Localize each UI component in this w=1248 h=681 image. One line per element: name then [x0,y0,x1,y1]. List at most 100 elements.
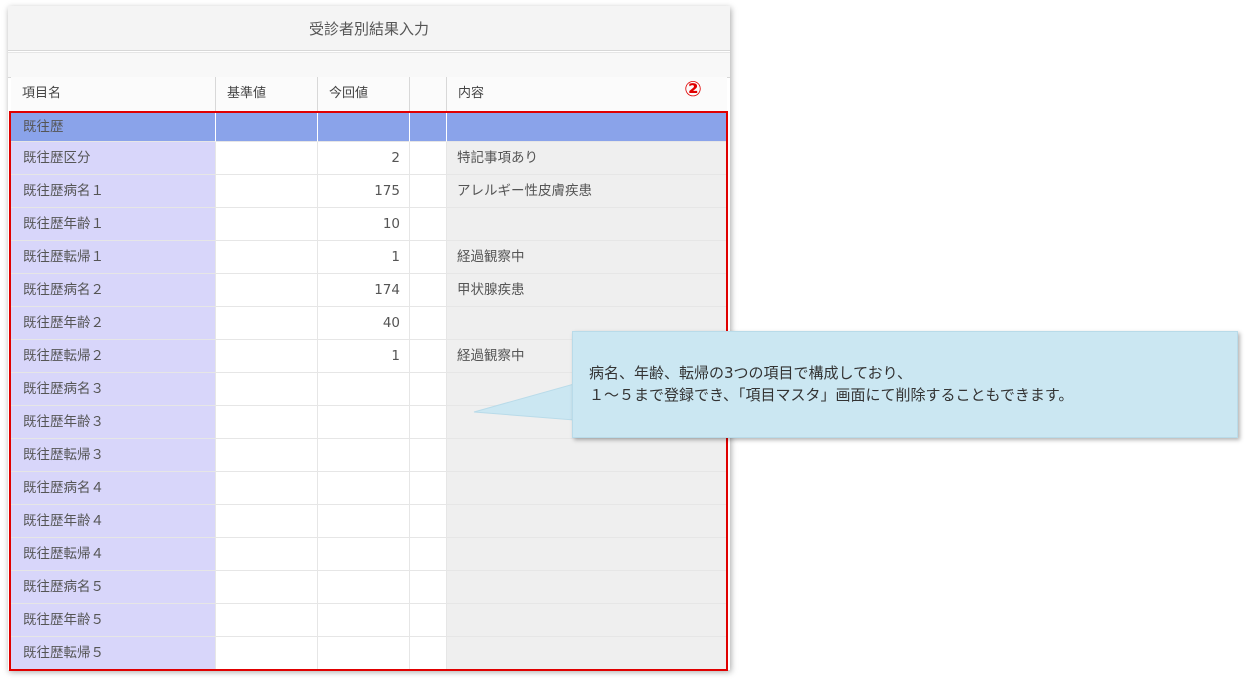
reference-value-cell[interactable] [216,472,318,505]
content-cell [447,439,726,472]
spacer-cell [410,637,447,669]
content-cell [447,538,726,571]
column-header-item-name[interactable]: 項目名 [11,77,216,111]
current-value-input[interactable] [318,538,410,571]
item-name-cell: 既往歴転帰２ [11,340,216,373]
item-name-cell: 既往歴病名２ [11,274,216,307]
reference-value-cell[interactable] [216,604,318,637]
table-row[interactable]: 既往歴転帰１ 1 経過観察中 [11,241,726,274]
current-value-input[interactable] [318,637,410,669]
spacer-cell [410,208,447,241]
content-cell [447,208,726,241]
table-row[interactable]: 既往歴転帰５ [11,637,726,669]
spacer-cell [410,406,447,439]
table-row[interactable]: 既往歴区分 2 特記事項あり [11,142,726,175]
spacer-cell [410,307,447,340]
reference-value-cell[interactable] [216,274,318,307]
reference-value-cell[interactable] [216,505,318,538]
reference-value-cell[interactable] [216,637,318,669]
content-cell [447,472,726,505]
toolbar-strip [8,52,730,78]
section-cell [216,113,318,142]
spacer-cell [410,439,447,472]
section-cell [447,113,726,142]
section-row[interactable]: 既往歴 [11,113,726,142]
reference-value-cell[interactable] [216,307,318,340]
table-row[interactable]: 既往歴病名４ [11,472,726,505]
callout-line-2: １～５まで登録でき、「項目マスタ」画面にて削除することもできます。 [589,386,1074,404]
reference-value-cell[interactable] [216,175,318,208]
item-name-cell: 既往歴病名４ [11,472,216,505]
content-cell [447,571,726,604]
item-name-cell: 既往歴転帰３ [11,439,216,472]
item-name-cell: 既往歴区分 [11,142,216,175]
current-value-input[interactable] [318,472,410,505]
reference-value-cell[interactable] [216,373,318,406]
spacer-cell [410,142,447,175]
reference-value-cell[interactable] [216,571,318,604]
section-cell [318,113,410,142]
table-row[interactable]: 既往歴転帰４ [11,538,726,571]
current-value-input[interactable]: 2 [318,142,410,175]
current-value-input[interactable] [318,406,410,439]
item-name-cell: 既往歴転帰１ [11,241,216,274]
table-row[interactable]: 既往歴病名５ [11,571,726,604]
item-name-cell: 既往歴年齢２ [11,307,216,340]
item-name-cell: 既往歴病名５ [11,571,216,604]
item-name-cell: 既往歴年齢５ [11,604,216,637]
callout-line-1: 病名、年齢、転帰の3つの項目で構成しており、 [589,364,913,382]
spacer-cell [410,340,447,373]
table-row[interactable]: 既往歴病名１ 175 アレルギー性皮膚疾患 [11,175,726,208]
section-cell [410,113,447,142]
spacer-cell [410,274,447,307]
reference-value-cell[interactable] [216,208,318,241]
item-name-cell: 既往歴年齢１ [11,208,216,241]
spacer-cell [410,505,447,538]
current-value-input[interactable]: 40 [318,307,410,340]
item-name-cell: 既往歴病名３ [11,373,216,406]
item-name-cell: 既往歴病名１ [11,175,216,208]
current-value-input[interactable] [318,505,410,538]
content-cell: アレルギー性皮膚疾患 [447,175,726,208]
content-cell [447,637,726,669]
table-row[interactable]: 既往歴年齢５ [11,604,726,637]
current-value-input[interactable]: 174 [318,274,410,307]
current-value-input[interactable] [318,604,410,637]
column-header-reference[interactable]: 基準値 [216,77,318,111]
reference-value-cell[interactable] [216,241,318,274]
current-value-input[interactable] [318,571,410,604]
item-name-cell: 既往歴年齢４ [11,505,216,538]
spacer-cell [410,472,447,505]
reference-value-cell[interactable] [216,142,318,175]
content-cell: 特記事項あり [447,142,726,175]
spacer-cell [410,538,447,571]
current-value-input[interactable]: 1 [318,241,410,274]
current-value-input[interactable]: 10 [318,208,410,241]
reference-value-cell[interactable] [216,439,318,472]
table-row[interactable]: 既往歴年齢４ [11,505,726,538]
current-value-input[interactable] [318,439,410,472]
reference-value-cell[interactable] [216,340,318,373]
explanation-callout: 病名、年齢、転帰の3つの項目で構成しており、 １～５まで登録でき、「項目マスタ」… [572,331,1238,438]
table-row[interactable]: 既往歴年齢１ 10 [11,208,726,241]
section-label: 既往歴 [11,113,216,142]
table-header: 項目名 基準値 今回値 内容 [11,77,727,112]
content-cell [447,604,726,637]
window-title: 受診者別結果入力 [8,6,730,51]
reference-value-cell[interactable] [216,406,318,439]
table-row[interactable]: 既往歴病名２ 174 甲状腺疾患 [11,274,726,307]
column-header-current[interactable]: 今回値 [318,77,410,111]
item-name-cell: 既往歴年齢３ [11,406,216,439]
table-row[interactable]: 既往歴転帰３ [11,439,726,472]
current-value-input[interactable]: 175 [318,175,410,208]
reference-value-cell[interactable] [216,538,318,571]
column-header-blank [410,77,447,111]
item-name-cell: 既往歴転帰５ [11,637,216,669]
current-value-input[interactable] [318,373,410,406]
content-cell: 甲状腺疾患 [447,274,726,307]
callout-pointer [473,383,575,421]
current-value-input[interactable]: 1 [318,340,410,373]
spacer-cell [410,241,447,274]
spacer-cell [410,175,447,208]
content-cell: 経過観察中 [447,241,726,274]
